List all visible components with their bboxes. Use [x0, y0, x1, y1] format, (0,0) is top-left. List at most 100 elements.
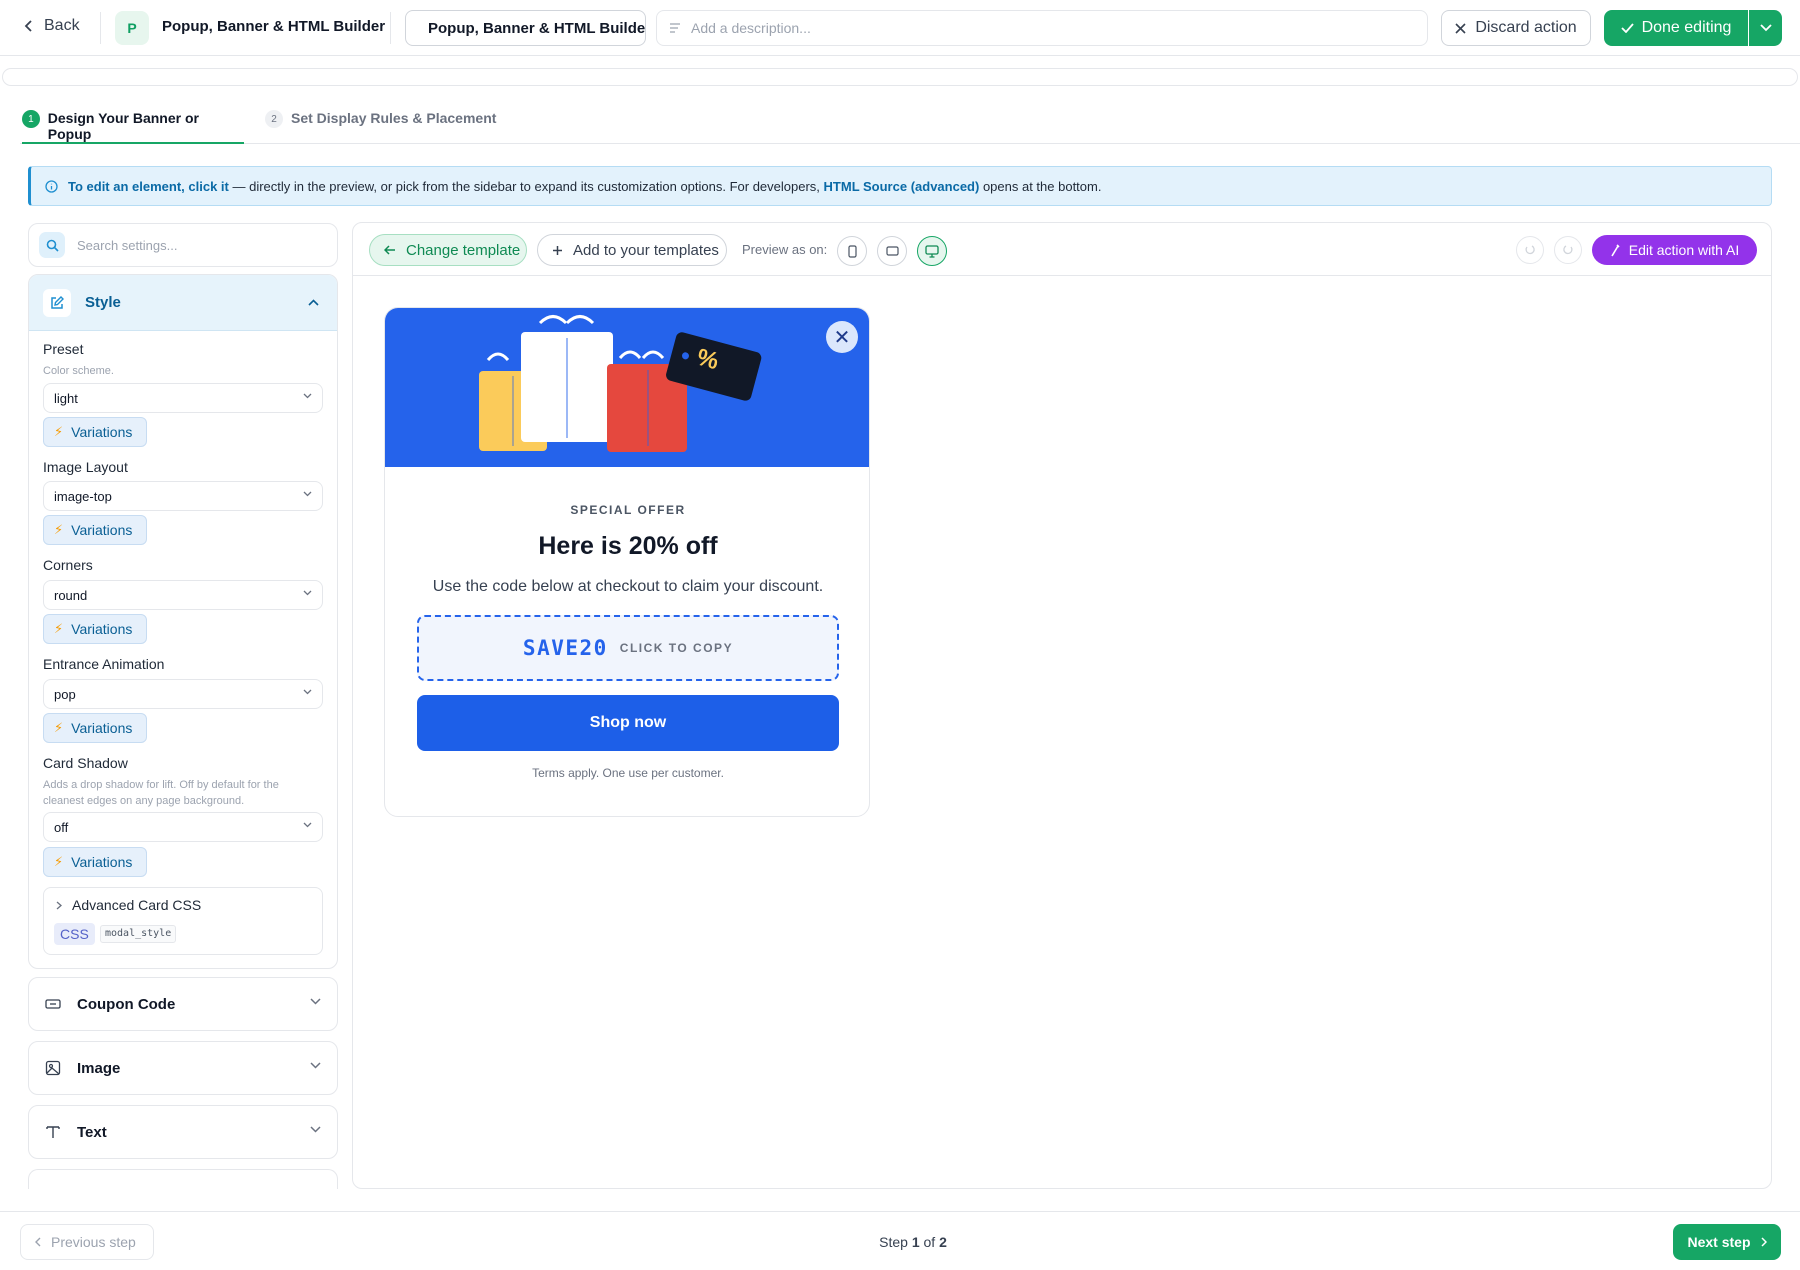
style-title: Style [85, 294, 121, 311]
shopping-bags-illustration [479, 315, 762, 452]
tab-display-rules[interactable]: 2 Set Display Rules & Placement [265, 110, 496, 144]
magic-wand-icon [1611, 243, 1620, 256]
info-tail: opens at the bottom. [979, 178, 1102, 194]
mobile-preview-button[interactable] [837, 236, 867, 266]
popup-close-button[interactable]: ✕ [826, 321, 858, 353]
image-layout-label: Image Layout [43, 459, 128, 475]
done-label: Done editing [1641, 19, 1732, 36]
settings-search[interactable]: Search settings... [28, 223, 338, 267]
preset-variations-button[interactable]: ⚡ Variations [43, 417, 147, 447]
add-template-label: Add to your templates [573, 241, 719, 259]
action-name-field[interactable]: Popup, Banner & HTML Builder [405, 10, 646, 46]
popup-preview[interactable]: % ✕ SPECIAL OFFER Here is 20% off Use th… [384, 307, 870, 817]
corners-value: round [54, 587, 88, 603]
step-total: 2 [939, 1234, 947, 1250]
animation-select[interactable]: pop [43, 679, 323, 709]
change-template-button[interactable]: Change template [369, 234, 527, 266]
image-section[interactable]: Image [28, 1041, 338, 1095]
done-editing-button[interactable]: Done editing [1604, 10, 1748, 46]
card-shadow-select[interactable]: off [43, 812, 323, 842]
animation-variations-button[interactable]: ⚡ Variations [43, 713, 147, 743]
image-icon [45, 1060, 61, 1076]
arrow-left-icon [384, 245, 395, 255]
lightning-icon: ⚡ [54, 424, 64, 439]
chevron-left-icon [24, 20, 32, 32]
close-icon: ✕ [833, 326, 851, 349]
add-to-templates-button[interactable]: Add to your templates [537, 234, 727, 266]
action-name-value: Popup, Banner & HTML Builder [428, 19, 646, 37]
step-footer: Previous step Step 1 of 2 Next step [0, 1211, 1800, 1270]
phone-icon [847, 244, 857, 258]
variations-label: Variations [71, 522, 133, 538]
coupon-code-box[interactable]: SAVE20 CLICK TO COPY [417, 615, 839, 681]
step-number: 1 [22, 110, 40, 128]
popup-headline[interactable]: Here is 20% off [385, 532, 869, 561]
popup-terms[interactable]: Terms apply. One use per customer. [385, 766, 869, 780]
shop-now-button[interactable]: Shop now [417, 695, 839, 751]
layout-variations-button[interactable]: ⚡ Variations [43, 515, 147, 545]
preset-select[interactable]: light [43, 383, 323, 413]
chevron-down-icon [303, 590, 312, 596]
done-options-dropdown[interactable] [1749, 10, 1782, 46]
image-layout-select[interactable]: image-top [43, 481, 323, 511]
lightning-icon: ⚡ [54, 621, 64, 636]
image-label: Image [77, 1059, 121, 1077]
next-step-label: Next step [1687, 1234, 1751, 1250]
html-source-link[interactable]: HTML Source (advanced) [824, 179, 980, 194]
search-input[interactable]: Search settings... [77, 238, 177, 253]
text-label: Text [77, 1123, 107, 1141]
corners-variations-button[interactable]: ⚡ Variations [43, 614, 147, 644]
tablet-icon [885, 246, 899, 256]
variations-label: Variations [71, 424, 133, 440]
lightning-icon: ⚡ [54, 854, 64, 869]
popup-eyebrow[interactable]: SPECIAL OFFER [385, 503, 869, 517]
search-icon [39, 232, 65, 258]
shadow-variations-button[interactable]: ⚡ Variations [43, 847, 147, 877]
corners-select[interactable]: round [43, 580, 323, 610]
app-badge: P [115, 11, 149, 45]
divider [100, 12, 101, 44]
style-section-header[interactable]: Style [29, 275, 337, 331]
css-key: modal_style [100, 925, 177, 943]
edit-square-icon [43, 288, 71, 317]
advanced-card-css-label: Advanced Card CSS [72, 897, 202, 913]
undo-button[interactable] [1516, 236, 1544, 264]
preset-value: light [54, 390, 78, 406]
text-icon [46, 1126, 60, 1138]
back-button[interactable]: Back [24, 17, 80, 35]
desktop-preview-button[interactable] [917, 236, 947, 266]
divider [390, 12, 391, 44]
popup-body-text[interactable]: Use the code below at checkout to claim … [385, 578, 869, 596]
style-panel: Style Preset Color scheme. light ⚡ Variat… [28, 274, 338, 969]
card-shadow-label: Card Shadow [43, 755, 128, 771]
redo-button[interactable] [1554, 236, 1582, 264]
chevron-down-icon [303, 393, 312, 399]
chevron-down-icon [303, 689, 312, 695]
change-template-label: Change template [406, 241, 521, 259]
coupon-code-section[interactable]: Coupon Code [28, 977, 338, 1031]
chevron-down-icon [1759, 24, 1772, 32]
info-lead: To edit an element, click it [68, 178, 229, 194]
back-label: Back [44, 17, 80, 34]
tab-design-label: Design Your Banner or Popup [47, 110, 199, 142]
corners-label: Corners [43, 557, 93, 573]
coupon-code: SAVE20 [522, 636, 608, 660]
info-text: To edit an element, click it — directly … [68, 179, 1101, 194]
text-section[interactable]: Text [28, 1105, 338, 1159]
discard-action-button[interactable]: Discard action [1441, 10, 1591, 46]
animation-label: Entrance Animation [43, 656, 165, 672]
tablet-preview-button[interactable] [877, 236, 907, 266]
click-to-copy-label: CLICK TO COPY [619, 641, 734, 655]
text-lines-icon [670, 23, 680, 33]
variations-label: Variations [71, 720, 133, 736]
advanced-card-css[interactable]: Advanced Card CSS CSS modal_style [43, 887, 323, 955]
popup-hero-image[interactable]: % ✕ [385, 308, 869, 467]
tab-design[interactable]: 1 Design Your Banner or Popup [22, 110, 244, 144]
info-icon [45, 179, 58, 193]
edit-with-ai-button[interactable]: Edit action with AI [1592, 235, 1757, 265]
step-prefix: Step [879, 1234, 912, 1250]
card-shadow-help: Adds a drop shadow for lift. Off by defa… [43, 779, 279, 807]
edit-ai-label: Edit action with AI [1628, 242, 1740, 258]
description-field[interactable]: Add a description... [656, 10, 1428, 46]
next-step-button[interactable]: Next step [1673, 1224, 1781, 1260]
